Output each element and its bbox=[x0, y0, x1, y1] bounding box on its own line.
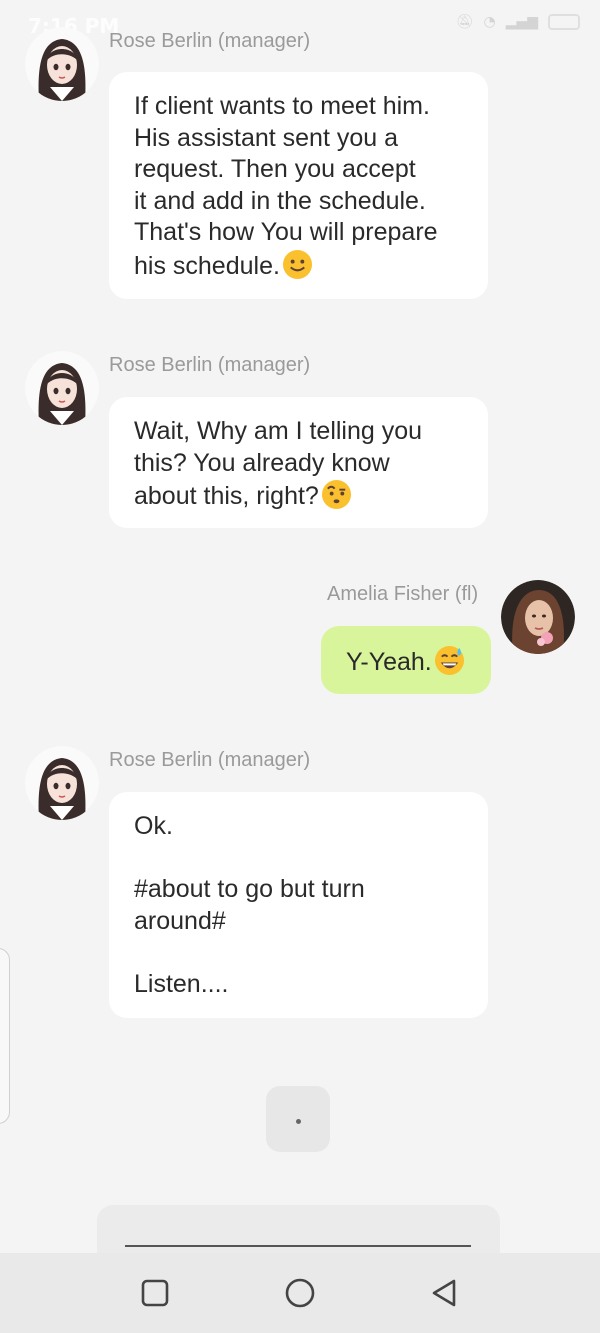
sender-name: Rose Berlin (manager) bbox=[109, 749, 311, 771]
input-underline bbox=[125, 1245, 471, 1247]
message-text: Ok. #about to go but turn around# Listen… bbox=[134, 812, 365, 998]
message-text: Y-Yeah. bbox=[346, 648, 432, 676]
typing-dot bbox=[296, 1119, 301, 1124]
message-bubble[interactable]: If client wants to meet him. His assista… bbox=[109, 72, 488, 299]
recent-apps-icon[interactable] bbox=[137, 1275, 173, 1311]
avatar-rose[interactable] bbox=[25, 27, 99, 101]
chat-screen: 7:16 PM 🔕︎ ◔ ▂▄▆ Rose Berlin (manager) I… bbox=[0, 0, 600, 1333]
status-icons: 🔕︎ ◔ ▂▄▆ bbox=[456, 14, 580, 30]
message-text: Wait, Why am I telling you this? You alr… bbox=[134, 417, 423, 510]
message-bubble[interactable]: Y-Yeah. bbox=[321, 626, 491, 694]
woman-portrait-avatar-icon bbox=[501, 580, 575, 654]
face-with-raised-eyebrow-icon bbox=[321, 479, 352, 510]
sender-name: Rose Berlin (manager) bbox=[109, 354, 311, 376]
avatar-rose[interactable] bbox=[25, 746, 99, 820]
signal-icon: ▂▄▆ bbox=[505, 14, 538, 30]
back-icon[interactable] bbox=[427, 1275, 463, 1311]
sender-name: Amelia Fisher (fl) bbox=[327, 583, 479, 605]
navigation-bar bbox=[0, 1253, 600, 1333]
message-bubble[interactable]: Wait, Why am I telling you this? You alr… bbox=[109, 397, 488, 528]
wifi-icon: ◔ bbox=[483, 14, 496, 30]
anime-girl-avatar-icon bbox=[25, 351, 99, 425]
continue-button[interactable] bbox=[266, 1086, 330, 1152]
avatar-amelia[interactable] bbox=[501, 580, 575, 654]
battery-icon bbox=[548, 14, 580, 30]
edge-panel-handle[interactable] bbox=[0, 948, 10, 1124]
anime-girl-avatar-icon bbox=[25, 746, 99, 820]
message-bubble[interactable]: Ok. #about to go but turn around# Listen… bbox=[109, 792, 488, 1018]
sender-name: Rose Berlin (manager) bbox=[109, 30, 311, 52]
grinning-face-with-sweat-icon bbox=[434, 645, 465, 676]
avatar-rose[interactable] bbox=[25, 351, 99, 425]
silent-icon: 🔕︎ bbox=[455, 14, 474, 30]
anime-girl-avatar-icon bbox=[25, 27, 99, 101]
home-icon[interactable] bbox=[282, 1275, 318, 1311]
slightly-smiling-face-icon bbox=[282, 249, 313, 280]
